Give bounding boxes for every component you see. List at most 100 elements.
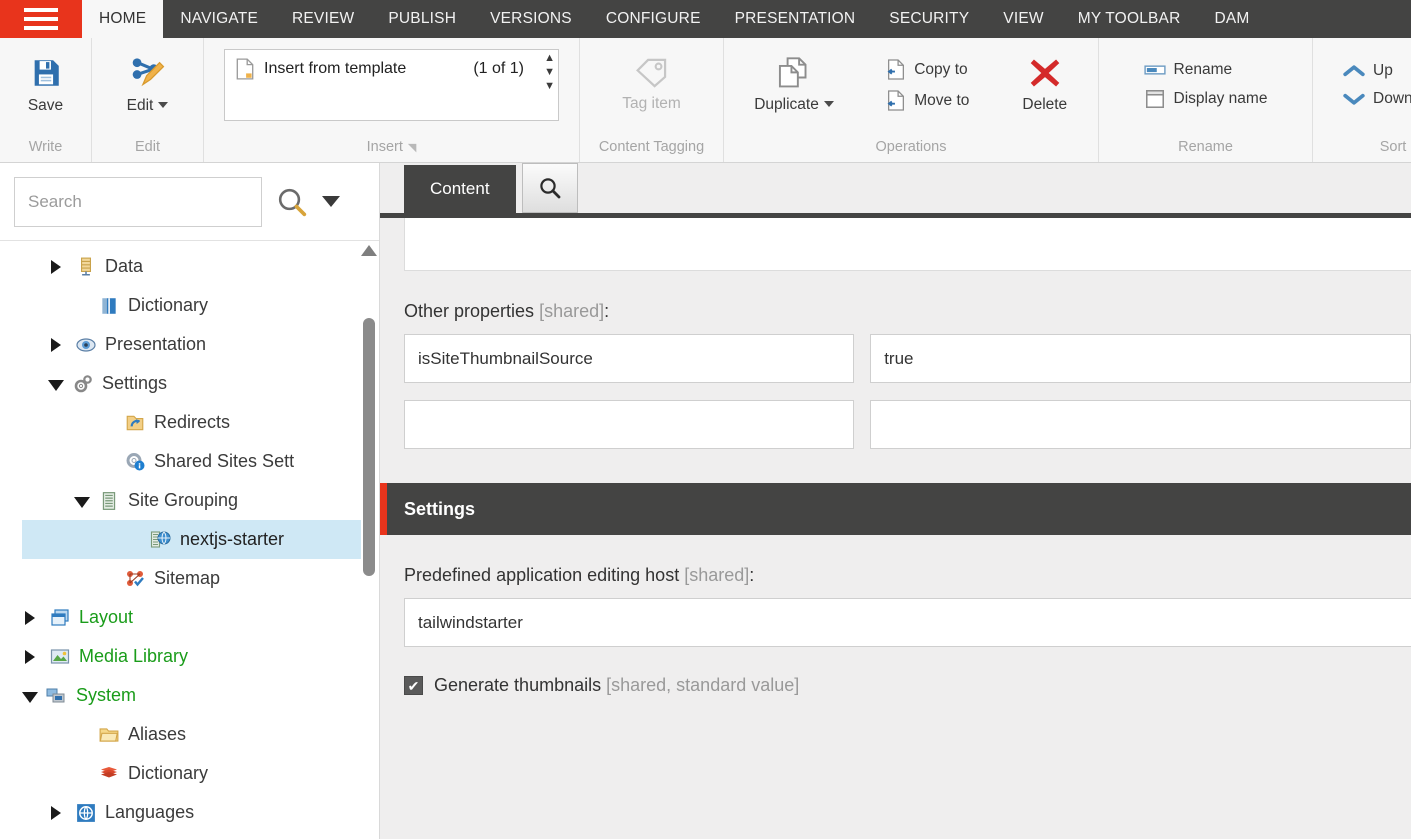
search-icon bbox=[538, 176, 562, 200]
tree-item-aliases[interactable]: Aliases bbox=[22, 715, 361, 754]
tree-item-languages[interactable]: Languages bbox=[22, 793, 361, 832]
expand-triangle-icon[interactable] bbox=[51, 260, 67, 274]
tree-item-label: nextjs-starter bbox=[180, 529, 284, 550]
ribbon-tab-configure[interactable]: CONFIGURE bbox=[589, 0, 718, 38]
tree-item-system[interactable]: System bbox=[22, 676, 361, 715]
tree-item-dictionary[interactable]: Dictionary bbox=[22, 286, 361, 325]
property-value-input-1[interactable] bbox=[870, 334, 1411, 383]
ribbon-tab-label: PRESENTATION bbox=[735, 10, 856, 28]
tree-item-modules[interactable]: Modules bbox=[22, 832, 361, 839]
scroll-expand-button[interactable]: ▼ bbox=[544, 82, 555, 91]
folder-icon bbox=[98, 724, 120, 746]
editing-host-input[interactable] bbox=[404, 598, 1411, 647]
rename-icon bbox=[1144, 61, 1166, 79]
move-to-label: Move to bbox=[914, 92, 969, 110]
tree-item-data[interactable]: Data bbox=[22, 247, 361, 286]
ribbon-tab-my-toolbar[interactable]: MY TOOLBAR bbox=[1061, 0, 1198, 38]
ribbon-tab-label: HOME bbox=[99, 10, 146, 28]
tree-item-nextjs-starter[interactable]: nextjs-starter bbox=[22, 520, 361, 559]
tree-item-label: Shared Sites Sett bbox=[154, 451, 294, 472]
ribbon-tab-dam[interactable]: DAM bbox=[1198, 0, 1267, 38]
ribbon-group-rename: Rename Display name Rename bbox=[1099, 38, 1313, 162]
dictionary-blue-icon bbox=[98, 295, 120, 317]
sort-up-button[interactable]: Up bbox=[1335, 59, 1411, 83]
save-button[interactable]: Save bbox=[13, 50, 79, 121]
chevron-down-icon bbox=[824, 101, 834, 107]
property-key-input-2[interactable] bbox=[404, 400, 854, 449]
ribbon-group-label-insert: Insert ◥ bbox=[204, 132, 579, 162]
tree-item-sitemap[interactable]: Sitemap bbox=[22, 559, 361, 598]
duplicate-button[interactable]: Duplicate bbox=[744, 51, 844, 120]
settings-section-title: Settings bbox=[404, 499, 475, 520]
editing-host-label: Predefined application editing host [sha… bbox=[404, 535, 1411, 598]
tree-item-layout[interactable]: Layout bbox=[22, 598, 361, 637]
generate-thumbnails-row: ✔ Generate thumbnails [shared, standard … bbox=[404, 647, 1411, 696]
tag-icon bbox=[635, 58, 669, 88]
display-name-icon bbox=[1144, 89, 1166, 109]
tree-item-dictionary[interactable]: Dictionary bbox=[22, 754, 361, 793]
ribbon-tab-label: PUBLISH bbox=[388, 10, 456, 28]
property-key-input-1[interactable] bbox=[404, 334, 854, 383]
ribbon-tab-label: MY TOOLBAR bbox=[1078, 10, 1181, 28]
sort-down-button[interactable]: Down bbox=[1335, 87, 1411, 111]
save-icon bbox=[29, 56, 63, 90]
tree-scroll-track[interactable] bbox=[362, 260, 376, 839]
tree-item-label: Settings bbox=[102, 373, 167, 394]
collapse-triangle-icon[interactable] bbox=[48, 380, 64, 391]
ribbon-tab-label: CONFIGURE bbox=[606, 10, 701, 28]
collapse-triangle-icon[interactable] bbox=[74, 497, 90, 508]
expand-triangle-icon[interactable] bbox=[51, 338, 67, 352]
tag-item-button[interactable]: Tag item bbox=[612, 52, 691, 119]
insert-from-template-combo[interactable]: Insert from template (1 of 1) ▲ ▼ ▼ bbox=[224, 49, 559, 121]
tree-item-redirects[interactable]: Redirects bbox=[22, 403, 361, 442]
hamburger-menu-icon[interactable] bbox=[0, 0, 82, 38]
ribbon-group-insert: Insert from template (1 of 1) ▲ ▼ ▼ Inse… bbox=[204, 38, 580, 162]
top-partial-field-input[interactable] bbox=[404, 218, 1411, 271]
scroll-down-button[interactable]: ▼ bbox=[544, 68, 555, 77]
chevron-down-icon[interactable] bbox=[322, 196, 340, 207]
thumbnail-source-label-partial: Thumbnail source [shared] bbox=[404, 696, 1411, 726]
ribbon-tab-review[interactable]: REVIEW bbox=[275, 0, 371, 38]
content-search-button[interactable] bbox=[522, 163, 578, 213]
move-to-button[interactable]: Move to bbox=[878, 87, 977, 114]
tree-item-presentation[interactable]: Presentation bbox=[22, 325, 361, 364]
rename-button[interactable]: Rename bbox=[1136, 58, 1276, 82]
expand-triangle-icon[interactable] bbox=[25, 611, 41, 625]
ribbon-tab-view[interactable]: VIEW bbox=[986, 0, 1060, 38]
tree-scroll-thumb[interactable] bbox=[363, 318, 375, 576]
tree-item-media-library[interactable]: Media Library bbox=[22, 637, 361, 676]
content-tab-strip: Content bbox=[380, 163, 1411, 213]
tree-scrollbar[interactable] bbox=[362, 245, 376, 839]
generate-thumbnails-label: Generate thumbnails bbox=[434, 675, 601, 695]
collapse-triangle-icon[interactable] bbox=[22, 692, 38, 703]
move-to-icon bbox=[886, 90, 906, 111]
tree-item-label: Layout bbox=[79, 607, 133, 628]
edit-button[interactable]: Edit bbox=[115, 50, 181, 121]
scroll-up-button[interactable]: ▲ bbox=[544, 54, 555, 63]
display-name-label: Display name bbox=[1174, 90, 1268, 108]
delete-button[interactable]: Delete bbox=[1012, 51, 1078, 120]
tree-item-settings[interactable]: Settings bbox=[22, 364, 361, 403]
generate-thumbnails-checkbox[interactable]: ✔ bbox=[404, 676, 423, 695]
ribbon-tab-home[interactable]: HOME bbox=[82, 0, 163, 38]
tree-item-site-grouping[interactable]: Site Grouping bbox=[22, 481, 361, 520]
tab-content[interactable]: Content bbox=[404, 165, 516, 213]
search-icon[interactable] bbox=[276, 186, 308, 218]
edit-icon bbox=[130, 56, 166, 90]
scroll-up-arrow-icon[interactable] bbox=[361, 245, 377, 256]
copy-to-button[interactable]: Copy to bbox=[878, 56, 977, 83]
tree-item-shared-sites-sett[interactable]: Shared Sites Sett bbox=[22, 442, 361, 481]
other-properties-row-2 bbox=[404, 400, 1411, 449]
search-input[interactable] bbox=[14, 177, 262, 227]
ribbon-tab-navigate[interactable]: NAVIGATE bbox=[163, 0, 275, 38]
ribbon-tab-publish[interactable]: PUBLISH bbox=[371, 0, 473, 38]
display-name-button[interactable]: Display name bbox=[1136, 86, 1276, 112]
ribbon-tab-security[interactable]: SECURITY bbox=[872, 0, 986, 38]
dialog-launcher-icon[interactable]: ◥ bbox=[408, 141, 416, 154]
property-value-input-2[interactable] bbox=[870, 400, 1411, 449]
insert-group-text: Insert bbox=[367, 139, 403, 155]
ribbon-tab-versions[interactable]: VERSIONS bbox=[473, 0, 589, 38]
expand-triangle-icon[interactable] bbox=[25, 650, 41, 664]
ribbon-tab-presentation[interactable]: PRESENTATION bbox=[718, 0, 873, 38]
expand-triangle-icon[interactable] bbox=[51, 806, 67, 820]
